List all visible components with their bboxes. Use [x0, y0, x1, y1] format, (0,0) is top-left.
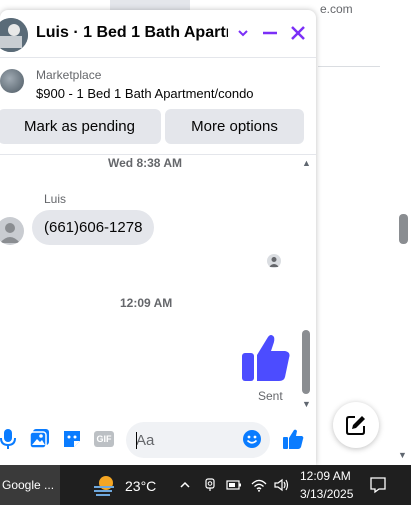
marketplace-listing[interactable]: Marketplace $900 - 1 Bed 1 Bath Apartmen…: [0, 59, 316, 105]
emoji-icon[interactable]: [240, 427, 264, 451]
contact-avatar[interactable]: [0, 18, 28, 52]
wifi-icon[interactable]: [251, 477, 267, 493]
background-text: e.com: [320, 2, 353, 16]
thumbs-up-icon[interactable]: [281, 427, 305, 451]
background-divider: [318, 66, 380, 67]
chat-window: Luis · 1 Bed 1 Bath Apartm… Marketplace …: [0, 10, 316, 465]
page-scrollbar-thumb[interactable]: [399, 214, 408, 244]
volume-icon[interactable]: [274, 477, 290, 493]
weather-icon[interactable]: [92, 473, 116, 497]
chevron-down-icon[interactable]: [230, 20, 256, 46]
page-scroll-down-arrow[interactable]: ▼: [398, 450, 407, 460]
notification-icon[interactable]: [368, 475, 388, 495]
clock-time[interactable]: 12:09 AM: [300, 469, 351, 483]
minimize-icon[interactable]: [257, 20, 283, 46]
taskbar-app-google[interactable]: Google ...: [0, 465, 60, 505]
temperature[interactable]: 23°C: [125, 478, 156, 494]
camera-icon[interactable]: [202, 477, 218, 493]
chat-header[interactable]: Luis · 1 Bed 1 Bath Apartm…: [0, 10, 316, 58]
message-composer: GIF: [0, 415, 316, 465]
chat-scroll-down-arrow[interactable]: ▼: [302, 399, 311, 409]
screen: e.com ▼ Luis · 1 Bed 1 Bath Apartm…: [0, 0, 411, 505]
sent-status: Sent: [258, 389, 283, 403]
microphone-icon[interactable]: [0, 427, 20, 451]
timestamp-divider: 12:09 AM: [120, 296, 173, 310]
chat-scrollbar-thumb[interactable]: [302, 330, 310, 394]
chat-title[interactable]: Luis · 1 Bed 1 Bath Apartm…: [36, 24, 228, 42]
sender-avatar[interactable]: [0, 217, 24, 245]
listing-thumbnail: [0, 69, 24, 93]
compose-icon: [346, 416, 365, 435]
text-cursor: [136, 432, 137, 449]
new-message-button[interactable]: [333, 402, 379, 448]
listing-title[interactable]: $900 - 1 Bed 1 Bath Apartment/condo: [36, 86, 254, 101]
chat-scroll-up-arrow[interactable]: ▲: [302, 158, 311, 168]
sent-thumbs-up-icon[interactable]: [240, 331, 292, 383]
photo-icon[interactable]: [28, 427, 52, 451]
listing-source: Marketplace: [36, 68, 102, 82]
message-thread: Wed 8:38 AM Luis (661)606-1278 12:09 AM …: [0, 154, 316, 406]
taskbar: Google ... 23°C 12:09 AM 3/13/2025: [0, 465, 411, 505]
seen-indicator-avatar: [267, 254, 281, 268]
received-message-bubble[interactable]: (661)606-1278: [32, 210, 155, 245]
clock-date[interactable]: 3/13/2025: [300, 487, 353, 501]
sender-name: Luis: [44, 192, 67, 206]
sticker-icon[interactable]: [60, 427, 84, 451]
mark-as-pending-button[interactable]: Mark as pending: [0, 109, 161, 144]
more-options-button[interactable]: More options: [165, 109, 304, 144]
close-icon[interactable]: [285, 20, 311, 46]
timestamp-divider: Wed 8:38 AM: [108, 156, 183, 170]
chevron-up-icon[interactable]: [177, 477, 193, 493]
battery-icon[interactable]: [226, 477, 242, 493]
gif-button[interactable]: GIF: [94, 431, 114, 447]
